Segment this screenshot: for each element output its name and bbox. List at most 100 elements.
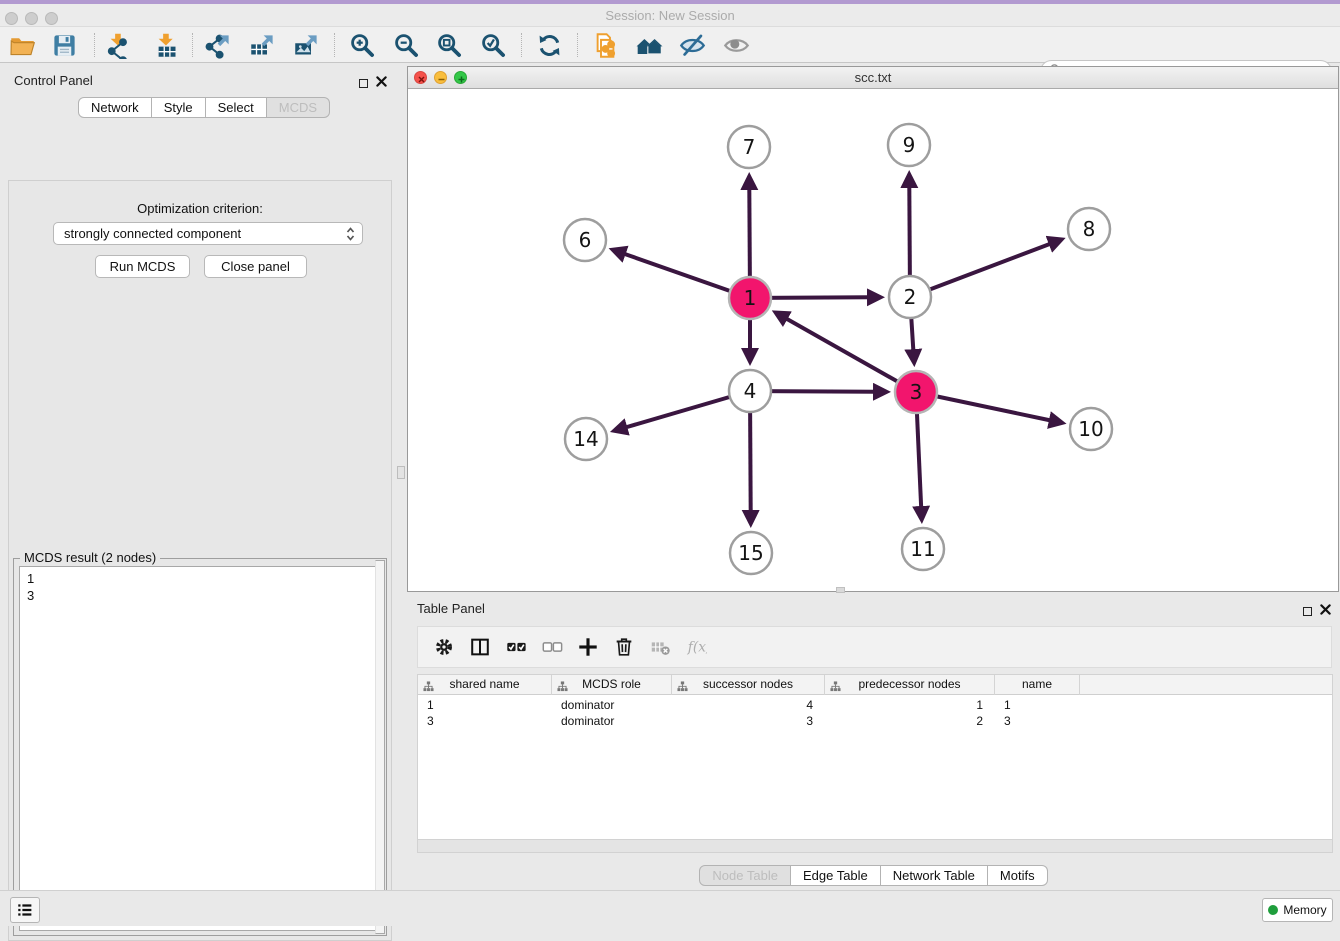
graph-node-2[interactable]: 2 xyxy=(889,276,931,318)
column-header-predecessor-nodes[interactable]: predecessor nodes xyxy=(825,675,995,695)
export-image-icon[interactable] xyxy=(292,31,320,59)
zoom-fit-icon[interactable] xyxy=(435,31,463,59)
graph-node-11[interactable]: 11 xyxy=(902,528,944,570)
tab-style[interactable]: Style xyxy=(152,97,206,118)
mcds-result-title: MCDS result (2 nodes) xyxy=(20,550,160,565)
network-canvas[interactable]: 7 9 6 8 1 2 4 3 14 10 15 11 xyxy=(408,89,1338,591)
svg-text:4: 4 xyxy=(744,379,757,403)
network-view-window: scc.txt 7 9 6 8 1 2 4 3 14 10 15 11 xyxy=(407,66,1339,592)
table-cell[interactable]: 4 xyxy=(672,697,825,713)
tab-motifs[interactable]: Motifs xyxy=(988,865,1048,886)
table-cell[interactable]: 1 xyxy=(418,697,552,713)
import-table-icon[interactable] xyxy=(152,31,180,59)
graph-node-4[interactable]: 4 xyxy=(729,370,771,412)
home-icon[interactable] xyxy=(635,31,663,59)
tab-network[interactable]: Network xyxy=(78,97,152,118)
save-session-icon[interactable] xyxy=(50,31,78,59)
column-label: successor nodes xyxy=(703,677,793,691)
mcds-result-line: 1 xyxy=(27,570,379,587)
graph-node-6[interactable]: 6 xyxy=(564,219,606,261)
network-overview-icon[interactable] xyxy=(591,31,619,59)
tab-node-table[interactable]: Node Table xyxy=(699,865,791,886)
graph-node-7[interactable]: 7 xyxy=(728,126,770,168)
graph-node-8[interactable]: 8 xyxy=(1068,208,1110,250)
window-title: Session: New Session xyxy=(0,8,1340,23)
delete-icon[interactable] xyxy=(606,630,642,664)
close-panel-button[interactable]: Close panel xyxy=(204,255,307,278)
toolbar-separator xyxy=(192,33,193,57)
graph-node-1[interactable]: 1 xyxy=(729,277,771,319)
export-table-icon[interactable] xyxy=(248,31,276,59)
show-graphics-details-icon[interactable] xyxy=(722,31,750,59)
tab-network-table[interactable]: Network Table xyxy=(881,865,988,886)
status-bar: Memory xyxy=(0,890,1340,926)
column-header-shared-name[interactable]: shared name xyxy=(418,675,552,695)
svg-text:2: 2 xyxy=(904,285,917,309)
task-list-icon xyxy=(16,901,34,919)
svg-text:1: 1 xyxy=(744,286,757,310)
table-cell[interactable]: 2 xyxy=(825,713,995,729)
table-cell[interactable]: 3 xyxy=(995,713,1080,729)
shared-column-icon xyxy=(830,679,841,698)
mcds-result-scrollbar[interactable] xyxy=(375,560,385,934)
clear-checks-icon[interactable] xyxy=(534,630,570,664)
zoom-out-icon[interactable] xyxy=(392,31,420,59)
graph-node-15[interactable]: 15 xyxy=(730,532,772,574)
close-panel-icon[interactable] xyxy=(376,74,387,92)
control-panel-title: Control Panel xyxy=(14,73,93,88)
table-toolbar: f(x) xyxy=(417,626,1332,668)
table-cell[interactable]: 3 xyxy=(672,713,825,729)
table-close-panel-icon[interactable] xyxy=(1320,602,1331,620)
import-network-icon[interactable] xyxy=(104,31,132,59)
optimization-criterion-select[interactable]: strongly connected component xyxy=(53,222,363,245)
svg-text:8: 8 xyxy=(1083,217,1096,241)
export-network-icon[interactable] xyxy=(204,31,232,59)
table-cell[interactable]: 1 xyxy=(995,697,1080,713)
task-history-button[interactable] xyxy=(10,897,40,923)
select-value: strongly connected component xyxy=(64,226,241,241)
vertical-splitter-grip[interactable] xyxy=(397,466,405,479)
zoom-in-icon[interactable] xyxy=(348,31,376,59)
graph-edge-3-1[interactable] xyxy=(786,318,916,392)
shared-column-icon xyxy=(423,679,434,698)
horizontal-splitter-grip[interactable] xyxy=(836,587,845,593)
column-header-successor-nodes[interactable]: successor nodes xyxy=(672,675,825,695)
svg-text:f(x): f(x) xyxy=(687,640,707,656)
column-header-MCDS-role[interactable]: MCDS role xyxy=(552,675,672,695)
node-table: shared nameMCDS role successor nodes prede… xyxy=(417,674,1333,840)
graph-node-3[interactable]: 3 xyxy=(895,371,937,413)
table-cell[interactable]: dominator xyxy=(552,713,672,729)
graph-edge-2-8[interactable] xyxy=(910,244,1051,297)
table-hscrollbar[interactable] xyxy=(417,840,1333,853)
select-all-checks-icon[interactable] xyxy=(498,630,534,664)
refresh-icon[interactable] xyxy=(535,31,563,59)
table-cell[interactable]: 3 xyxy=(418,713,552,729)
run-mcds-button[interactable]: Run MCDS xyxy=(95,255,190,278)
gear-icon[interactable] xyxy=(426,630,462,664)
column-header-name[interactable]: name xyxy=(995,675,1080,695)
svg-text:9: 9 xyxy=(903,133,916,157)
network-graph[interactable]: 7 9 6 8 1 2 4 3 14 10 15 11 xyxy=(408,89,1338,591)
memory-button[interactable]: Memory xyxy=(1262,898,1333,922)
graph-node-14[interactable]: 14 xyxy=(565,418,607,460)
hide-graphics-details-icon[interactable] xyxy=(678,31,706,59)
zoom-selected-icon[interactable] xyxy=(479,31,507,59)
main-toolbar xyxy=(0,27,1340,63)
table-float-panel-icon[interactable] xyxy=(1303,607,1312,616)
graph-node-9[interactable]: 9 xyxy=(888,124,930,166)
tab-select[interactable]: Select xyxy=(206,97,267,118)
table-cell[interactable]: dominator xyxy=(552,697,672,713)
float-panel-icon[interactable] xyxy=(359,79,368,88)
table-cell[interactable]: 1 xyxy=(825,697,995,713)
add-icon[interactable] xyxy=(570,630,606,664)
tab-edge-table[interactable]: Edge Table xyxy=(791,865,881,886)
mcds-result-line: 3 xyxy=(27,587,379,604)
control-panel: Control Panel NetworkStyleSelectMCDS Opt… xyxy=(0,63,400,890)
memory-label: Memory xyxy=(1283,903,1326,917)
network-window-titlebar[interactable]: scc.txt xyxy=(408,67,1338,89)
graph-node-10[interactable]: 10 xyxy=(1070,408,1112,450)
tab-mcds[interactable]: MCDS xyxy=(267,97,330,118)
open-session-icon[interactable] xyxy=(8,31,36,59)
columns-icon[interactable] xyxy=(462,630,498,664)
mcds-result-text[interactable]: 13 xyxy=(19,566,380,931)
